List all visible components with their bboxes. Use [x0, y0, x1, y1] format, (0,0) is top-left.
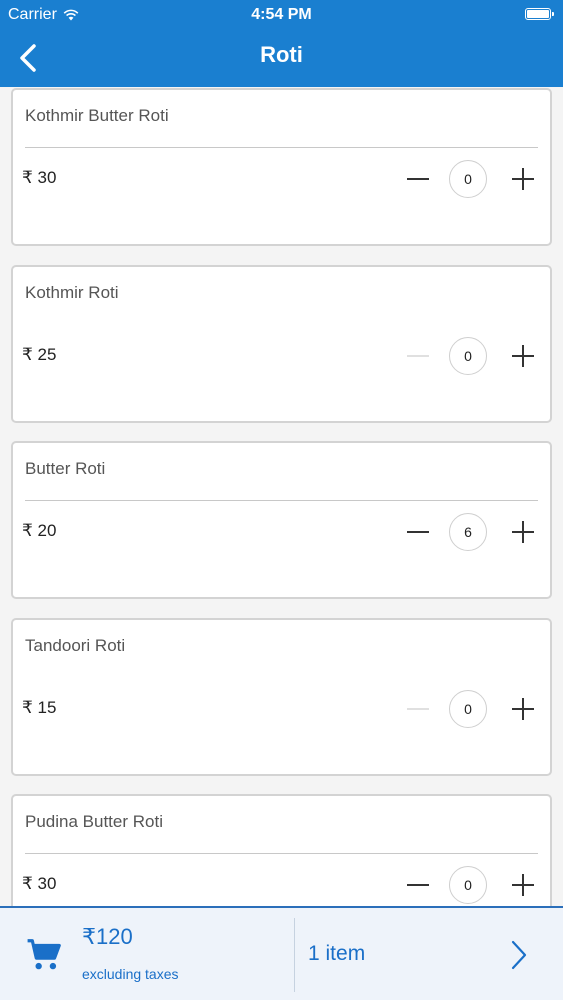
item-card: Butter Roti ₹ 20 6 [11, 441, 552, 599]
increase-quantity-button[interactable] [509, 165, 537, 193]
increase-quantity-button[interactable] [509, 871, 537, 899]
item-divider [25, 147, 538, 148]
battery-icon [525, 8, 554, 20]
decrease-quantity-button[interactable] [403, 165, 433, 193]
chevron-right-icon[interactable] [506, 938, 532, 972]
quantity-display: 0 [449, 866, 487, 904]
decrease-quantity-button[interactable] [403, 695, 433, 723]
decrease-quantity-button[interactable] [403, 871, 433, 899]
quantity-display: 0 [449, 690, 487, 728]
status-bar: Carrier 4:54 PM [0, 0, 563, 30]
cart-item-count[interactable]: 1 item [308, 942, 365, 966]
cart-icon [27, 939, 61, 970]
status-time: 4:54 PM [251, 6, 312, 23]
page-title: Roti [260, 42, 303, 67]
item-name: Butter Roti [25, 459, 106, 478]
item-name: Pudina Butter Roti [25, 812, 163, 831]
quantity-display: 0 [449, 160, 487, 198]
decrease-quantity-button[interactable] [403, 342, 433, 370]
quantity-display: 6 [449, 513, 487, 551]
item-price: ₹ 25 [22, 345, 57, 364]
item-name: Kothmir Butter Roti [25, 106, 169, 125]
decrease-quantity-button[interactable] [403, 518, 433, 546]
item-price: ₹ 30 [22, 874, 57, 893]
item-divider [25, 500, 538, 501]
item-price: ₹ 20 [22, 521, 57, 540]
top-bar: Carrier 4:54 PM Roti [0, 0, 563, 87]
item-list[interactable]: Kothmir Butter Roti ₹ 30 0 Kothmir Roti … [0, 87, 563, 906]
item-card: Pudina Butter Roti ₹ 30 0 [11, 794, 552, 906]
item-price: ₹ 15 [22, 698, 57, 717]
navigation-bar: Roti [0, 30, 563, 87]
item-price: ₹ 30 [22, 168, 57, 187]
increase-quantity-button[interactable] [509, 695, 537, 723]
tax-note: excluding taxes [82, 966, 179, 982]
item-card: Kothmir Butter Roti ₹ 30 0 [11, 88, 552, 246]
cart-divider [294, 918, 295, 992]
item-name: Kothmir Roti [25, 283, 119, 302]
increase-quantity-button[interactable] [509, 518, 537, 546]
item-card: Tandoori Roti ₹ 15 0 [11, 618, 552, 776]
item-name: Tandoori Roti [25, 636, 126, 655]
item-card: Kothmir Roti ₹ 25 0 [11, 265, 552, 423]
cart-summary-bar[interactable]: ₹120 excluding taxes 1 item [0, 906, 563, 1000]
increase-quantity-button[interactable] [509, 342, 537, 370]
cart-total-amount: ₹120 [82, 924, 133, 949]
quantity-display: 0 [449, 337, 487, 375]
item-divider [25, 853, 538, 854]
